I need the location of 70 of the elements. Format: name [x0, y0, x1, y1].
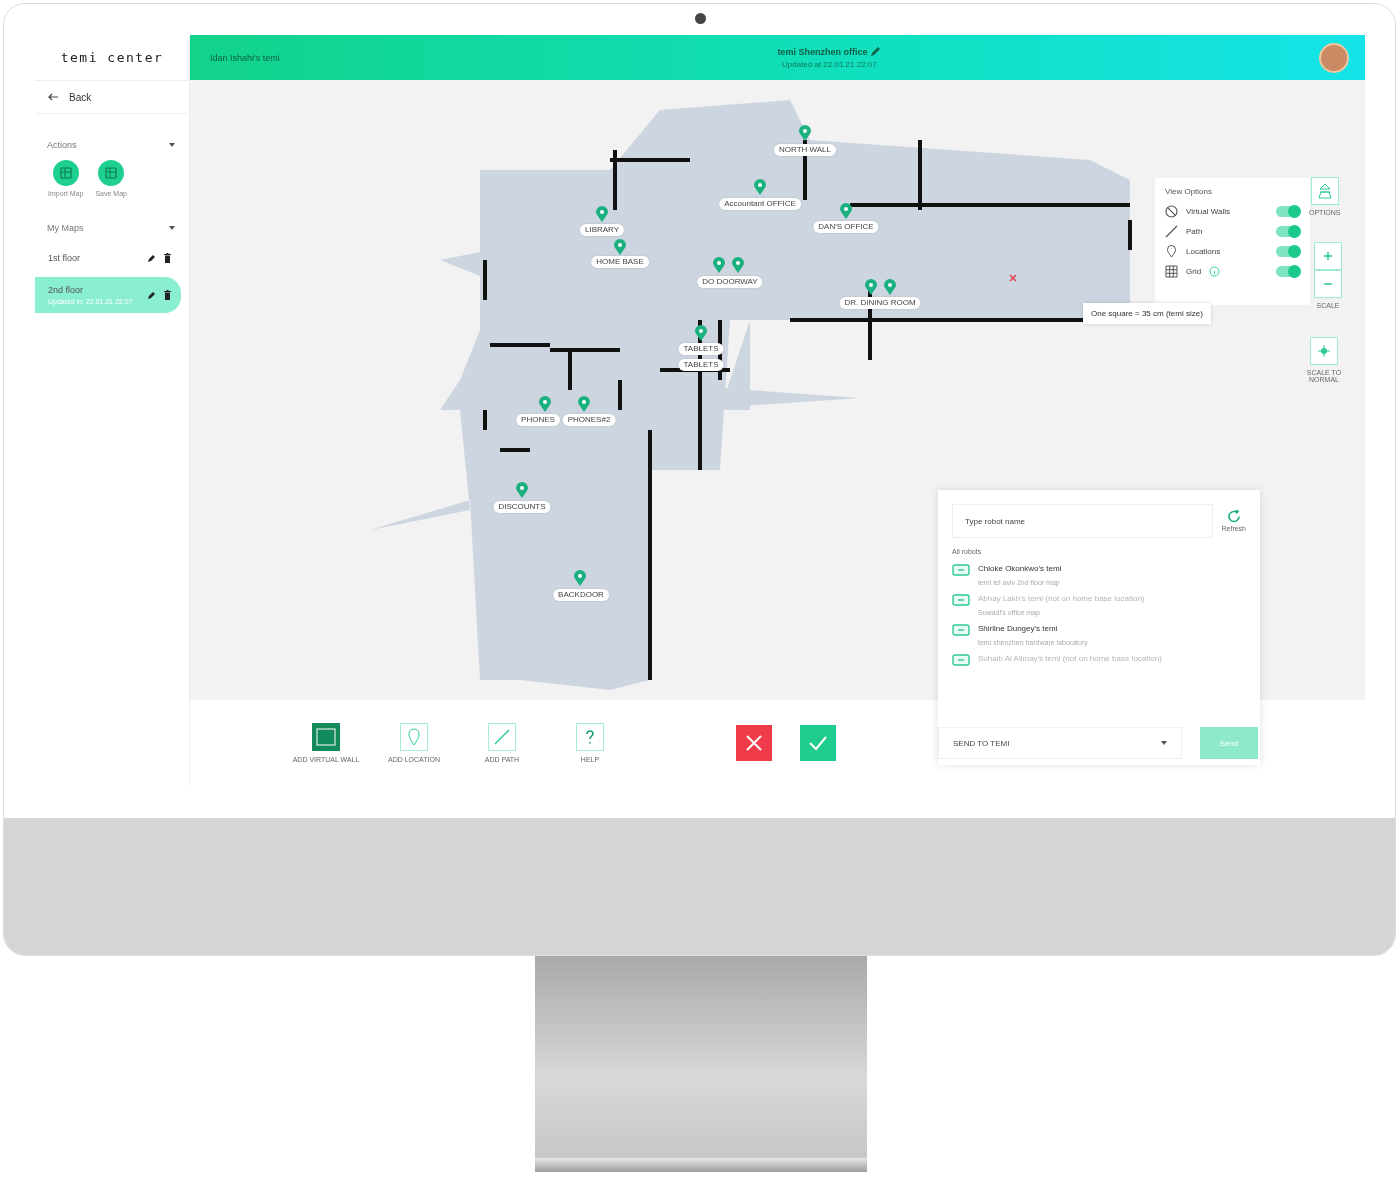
view-options-button[interactable] [1310, 177, 1339, 205]
layers-icon [1317, 183, 1332, 199]
section-title: My Maps [47, 223, 84, 233]
pencil-icon[interactable] [147, 253, 156, 263]
toggle-switch[interactable] [1276, 246, 1300, 257]
option-label: Locations [1186, 247, 1221, 256]
trash-icon[interactable] [164, 290, 171, 300]
location-label[interactable]: PHONES [516, 414, 560, 426]
toggle-switch[interactable] [1276, 266, 1300, 277]
location-label[interactable]: Accountant OFFICE [719, 198, 801, 210]
location-label[interactable]: DISCOUNTS [493, 501, 551, 513]
camera-dot [695, 13, 706, 24]
caret-icon[interactable] [169, 226, 175, 230]
cancel-button[interactable] [736, 724, 772, 761]
map-list-item[interactable]: 1st floor [35, 245, 181, 271]
back-arrow-icon [47, 93, 59, 101]
confirm-button[interactable] [800, 724, 836, 761]
robot-icon [952, 594, 970, 606]
robot-icon [952, 654, 970, 666]
location-pin-icon[interactable] [695, 325, 707, 341]
section-title: Actions [47, 140, 77, 150]
location-label[interactable]: TABLETS [678, 359, 724, 371]
location-pin-icon[interactable] [865, 279, 877, 295]
zoom-in-button[interactable] [1314, 242, 1342, 270]
scale-to-normal-button[interactable] [1310, 337, 1338, 365]
close-icon [745, 733, 763, 752]
trash-icon[interactable] [164, 253, 171, 263]
location-label[interactable]: LIBRARY [579, 224, 625, 236]
caret-icon [1161, 741, 1167, 745]
check-icon [808, 734, 828, 751]
avatar[interactable] [1319, 42, 1349, 73]
back-link[interactable]: Back [47, 91, 92, 103]
location-label[interactable]: DO DOORWAY [697, 276, 763, 288]
location-label[interactable]: DR. DINING ROOM [839, 297, 921, 309]
app-logo: temi center [35, 35, 189, 81]
option-label: Virtual Walls [1186, 207, 1230, 216]
option-label: Path [1186, 227, 1203, 236]
refresh-icon [1226, 510, 1241, 523]
location-label[interactable]: HOME BASE [591, 256, 649, 268]
prohibited-icon [1165, 205, 1178, 218]
option-label: Grid [1186, 267, 1202, 276]
location-label[interactable]: PHONES#2 [562, 414, 616, 426]
caret-icon[interactable] [169, 143, 175, 147]
info-icon[interactable] [1209, 266, 1221, 277]
location-pin-icon[interactable] [840, 203, 852, 219]
location-label[interactable]: DAN'S OFFICE [813, 221, 879, 233]
tooltip: One square = 35 cm (temi size) [1083, 303, 1211, 324]
send-dropdown[interactable]: SEND TO TEMI [938, 727, 1182, 759]
robot-icon [952, 564, 970, 576]
toggle-switch[interactable] [1276, 226, 1300, 237]
robot-icon [952, 624, 970, 636]
target-icon [1318, 345, 1330, 357]
robot-name: Idan Ishahi's temi [210, 52, 280, 63]
toggle-switch[interactable] [1276, 206, 1300, 217]
panel-title: View Options [1165, 187, 1213, 196]
map-icon [105, 167, 118, 179]
zoom-out-button[interactable] [1314, 270, 1342, 298]
location-label[interactable]: BACKDOOR [553, 589, 609, 601]
location-label[interactable]: NORTH WALL [774, 144, 836, 156]
pencil-icon[interactable] [147, 290, 156, 300]
location-pin-icon [1165, 245, 1178, 258]
plus-icon [1323, 251, 1333, 261]
grid-icon [1165, 265, 1178, 278]
rectangle-icon [315, 726, 337, 747]
location-label[interactable]: TABLETS [678, 343, 724, 355]
map-icon [59, 167, 72, 179]
search-field[interactable]: Type robot name [952, 504, 1214, 538]
map-title: temi Shenzhen office [777, 46, 868, 57]
updated-text: Updated at 22.01.21 22:07 [782, 60, 877, 69]
line-icon [1165, 225, 1178, 238]
